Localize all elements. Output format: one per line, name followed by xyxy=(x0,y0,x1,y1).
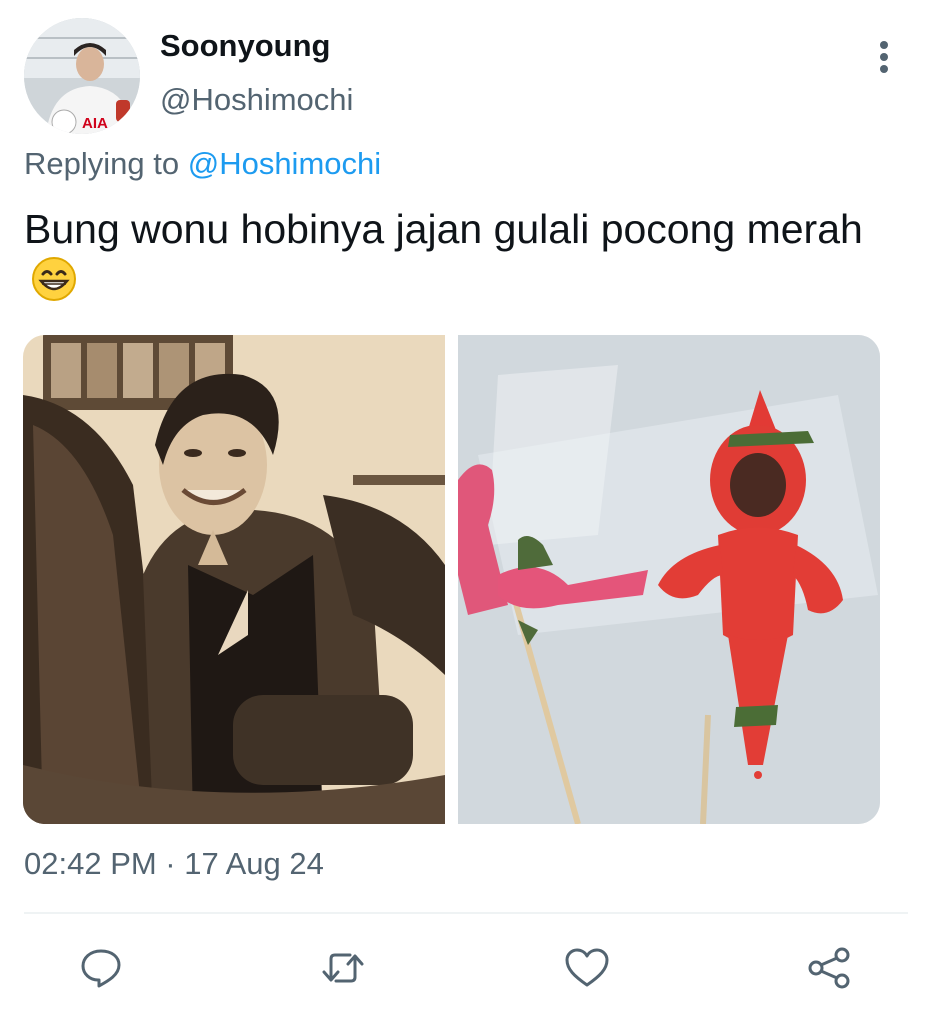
avatar[interactable]: AIA xyxy=(24,18,140,134)
display-name[interactable]: Soonyoung xyxy=(160,28,330,64)
more-vertical-icon xyxy=(880,41,888,73)
share-icon xyxy=(808,947,850,989)
reply-icon xyxy=(81,949,121,988)
media-image-1[interactable] xyxy=(23,335,445,824)
tweet-body: Bung wonu hobinya jajan gulali pocong me… xyxy=(24,206,863,252)
tweet-timestamp[interactable]: 02:42 PM · 17 Aug 24 xyxy=(24,846,324,882)
reply-prefix: Replying to xyxy=(24,146,180,181)
tweet-text: Bung wonu hobinya jajan gulali pocong me… xyxy=(24,203,904,315)
like-button[interactable] xyxy=(564,945,610,991)
sepia-portrait-photo xyxy=(23,335,445,824)
more-options-button[interactable] xyxy=(864,36,904,80)
avatar-photo: AIA xyxy=(24,18,140,134)
retweet-icon xyxy=(322,953,364,983)
red-candy-photo xyxy=(458,335,880,824)
user-handle[interactable]: @Hoshimochi xyxy=(160,82,353,118)
reply-button[interactable] xyxy=(78,945,124,991)
share-button[interactable] xyxy=(806,945,852,991)
media-image-2[interactable] xyxy=(458,335,880,824)
grinning-face-emoji xyxy=(30,255,78,315)
divider xyxy=(24,912,908,914)
avatar-jersey-text: AIA xyxy=(82,115,108,132)
reply-mention-link[interactable]: @Hoshimochi xyxy=(188,146,381,181)
retweet-button[interactable] xyxy=(320,945,366,991)
replying-to: Replying to @Hoshimochi xyxy=(24,146,381,182)
heart-icon xyxy=(565,948,609,987)
